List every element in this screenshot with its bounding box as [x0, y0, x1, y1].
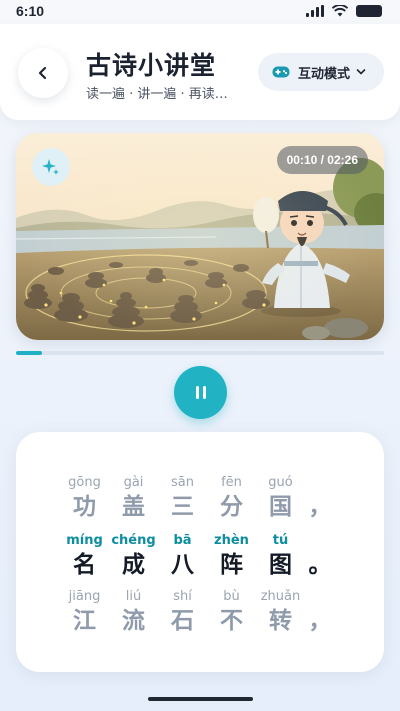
scroll-fade [16, 642, 384, 672]
poem-char[interactable]: gōng 功 [60, 474, 109, 522]
pinyin: liú [125, 589, 142, 604]
home-indicator[interactable] [148, 697, 253, 701]
hanzi: 图 [269, 552, 292, 578]
poem-line[interactable]: gōng 功 gài 盖 sān 三 fēn 分 guó 国 ， [60, 474, 335, 522]
video-player[interactable]: 00:10 / 02:26 [16, 133, 384, 340]
back-button[interactable] [18, 48, 68, 98]
hanzi: 石 [171, 608, 194, 634]
pinyin: gài [123, 475, 144, 490]
poem-char[interactable]: zhèn 阵 [207, 532, 256, 580]
video-progress-fill [16, 351, 42, 355]
hanzi: 八 [171, 552, 194, 578]
pinyin: bù [223, 589, 240, 604]
punctuation: ， [305, 474, 335, 522]
poem-char[interactable]: bù 不 [207, 588, 256, 636]
pause-icon [194, 386, 208, 399]
pinyin: zhèn [214, 533, 249, 548]
hanzi: 成 [122, 552, 145, 578]
pinyin: chéng [111, 533, 156, 548]
poem-char[interactable]: míng 名 [60, 532, 109, 580]
status-time: 6:10 [16, 3, 45, 19]
poem-card: gōng 功 gài 盖 sān 三 fēn 分 guó 国 ， míng 名 chéng 成 bā 八 zhèn… [16, 432, 384, 672]
header: 古诗小讲堂 读一遍 · 讲一遍 · 再读… 互动模式 [0, 24, 400, 120]
mode-label: 互动模式 [298, 66, 351, 82]
poem-line[interactable]: míng 名 chéng 成 bā 八 zhèn 阵 tú 图。 [60, 532, 335, 580]
hanzi: 阵 [220, 552, 243, 578]
chevron-left-icon [38, 66, 47, 80]
hanzi: 转 [269, 608, 292, 634]
pinyin: sān [171, 475, 194, 490]
poem-char[interactable]: guó 国 [256, 474, 305, 522]
pinyin: shí [173, 589, 192, 604]
wifi-icon [332, 5, 348, 17]
hanzi: 流 [122, 608, 145, 634]
pinyin: bā [173, 533, 192, 548]
signal-icon [306, 5, 324, 17]
hanzi: 江 [73, 608, 96, 634]
pinyin: fēn [221, 475, 242, 490]
hanzi: 名 [73, 552, 96, 578]
video-progress-bar[interactable] [16, 351, 384, 355]
punctuation-mark: ， [308, 494, 332, 520]
punctuation: ， [305, 588, 335, 636]
pause-button[interactable] [174, 366, 227, 419]
punctuation-mark: ， [308, 608, 332, 634]
punctuation-mark: 。 [308, 552, 332, 578]
poem-char[interactable]: zhuǎn 转 [256, 588, 305, 636]
hanzi: 三 [171, 494, 194, 520]
hanzi: 分 [220, 494, 243, 520]
pinyin: guó [268, 475, 293, 490]
page-title: 古诗小讲堂 [86, 51, 217, 80]
punctuation: 。 [305, 532, 335, 580]
ai-badge[interactable] [32, 148, 70, 186]
pinyin: tú [272, 533, 289, 548]
battery-icon [356, 5, 382, 17]
poem-char[interactable]: bā 八 [158, 532, 207, 580]
status-icons [306, 5, 382, 17]
poem-char[interactable]: gài 盖 [109, 474, 158, 522]
hanzi: 盖 [122, 494, 145, 520]
poem-char[interactable]: jiāng 江 [60, 588, 109, 636]
poem-char[interactable]: tú 图 [256, 532, 305, 580]
hanzi: 国 [269, 494, 292, 520]
pinyin: jiāng [68, 589, 101, 604]
poem-char[interactable]: shí 石 [158, 588, 207, 636]
pinyin: míng [66, 533, 103, 548]
poem-char[interactable]: liú 流 [109, 588, 158, 636]
poem-char[interactable]: fēn 分 [207, 474, 256, 522]
hanzi: 不 [220, 608, 243, 634]
pinyin: gōng [68, 475, 101, 490]
status-bar: 6:10 [0, 0, 400, 24]
poem-char[interactable]: sān 三 [158, 474, 207, 522]
sparkle-icon [42, 159, 59, 175]
poem-line[interactable]: jiāng 江 liú 流 shí 石 bù 不 zhuǎn 转 ， [60, 588, 335, 636]
hanzi: 功 [73, 494, 96, 520]
pinyin: zhuǎn [260, 589, 301, 604]
interactive-mode-dropdown[interactable]: 互动模式 [258, 53, 384, 91]
gamepad-icon [272, 66, 290, 78]
poem-char[interactable]: chéng 成 [109, 532, 158, 580]
video-time: 00:10 / 02:26 [276, 146, 368, 174]
chevron-down-icon [356, 69, 366, 75]
page-subtitle: 读一遍 · 讲一遍 · 再读… [86, 87, 228, 102]
